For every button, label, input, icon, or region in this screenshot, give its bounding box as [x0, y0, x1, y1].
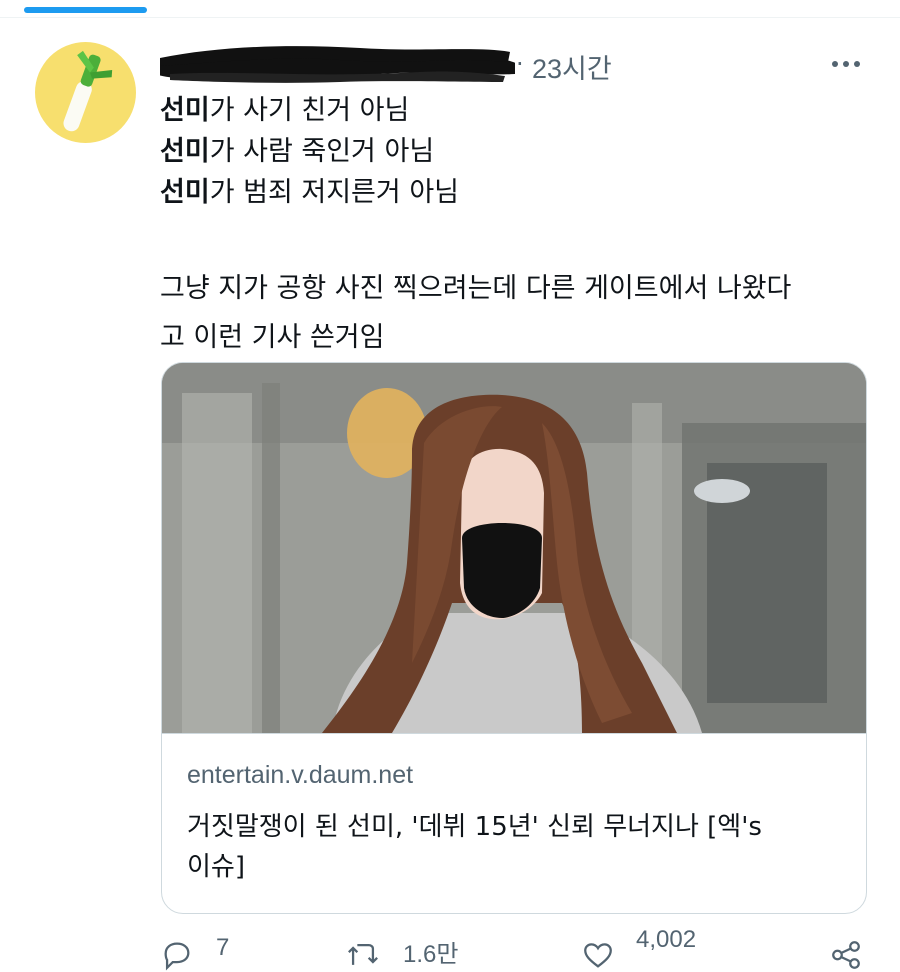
- link-preview-card[interactable]: entertain.v.daum.net 거짓말쟁이 된 선미, '데뷔 15년…: [161, 362, 867, 914]
- reply-count: 7: [216, 934, 230, 961]
- retweet-button[interactable]: 1.6만: [345, 930, 485, 970]
- card-title: 거짓말쟁이 된 선미, '데뷔 15년' 신뢰 무너지나 [엑's 이슈]: [187, 812, 762, 882]
- share-icon: [832, 941, 860, 969]
- tweet-line: 선미가 범죄 저지른거 아님: [160, 177, 459, 208]
- tweet-line: 선미가 사기 친거 아님: [160, 95, 410, 126]
- card-domain: entertain.v.daum.net: [187, 761, 414, 789]
- retweet-count: 1.6만: [403, 941, 459, 968]
- more-horizontal-icon: [832, 61, 838, 67]
- heart-icon: [584, 943, 612, 968]
- more-options-button[interactable]: [830, 48, 870, 78]
- top-divider: [0, 17, 900, 18]
- like-count: 4,002: [636, 926, 697, 953]
- reply-icon: [164, 942, 190, 971]
- avatar[interactable]: [35, 42, 136, 143]
- tweet-header: · 23시간: [160, 44, 880, 84]
- woman-with-mask-photo: [162, 363, 866, 733]
- card-image[interactable]: [162, 363, 866, 733]
- tweet-line: 고 이런 기사 쓴거임: [160, 322, 385, 353]
- tweet-timestamp[interactable]: 23시간: [532, 47, 612, 86]
- share-button[interactable]: [828, 930, 868, 970]
- reply-button[interactable]: 7: [160, 930, 270, 971]
- green-onion-avatar-image: [63, 50, 113, 132]
- tweet-line: 선미가 사람 죽인거 아님: [160, 136, 435, 167]
- tweet-line: 그냥 지가 공항 사진 찍으려는데 다른 게이트에서 나왔다: [160, 273, 792, 304]
- active-tab-indicator: [24, 7, 147, 13]
- card-divider: [162, 733, 866, 734]
- tweet-text: 선미가 사기 친거 아님 선미가 사람 죽인거 아님 선미가 범죄 저지른거 아…: [160, 90, 880, 358]
- like-button[interactable]: 4,002: [580, 926, 740, 970]
- redacted-username: [160, 46, 515, 83]
- separator-dot: ·: [516, 50, 524, 78]
- retweet-icon: [348, 943, 378, 965]
- tweet-actions: 7 1.6만 4,002: [160, 926, 880, 971]
